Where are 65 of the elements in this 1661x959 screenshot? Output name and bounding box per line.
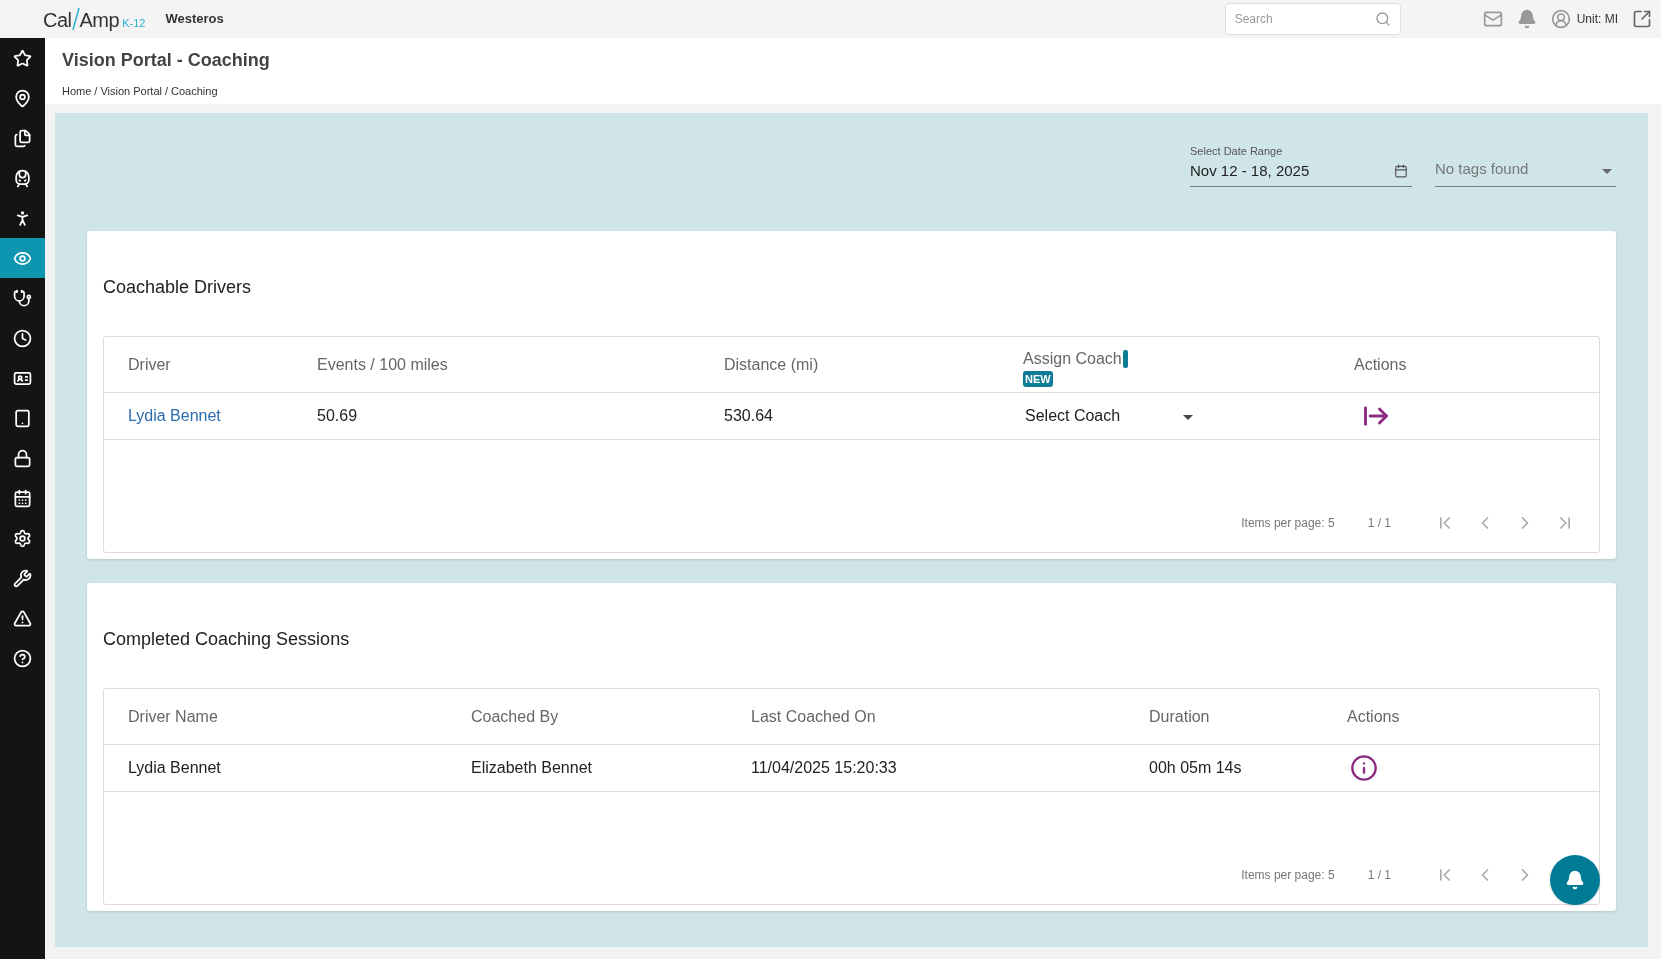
user-icon[interactable] xyxy=(1550,9,1571,29)
documents-icon xyxy=(13,128,32,148)
help-icon xyxy=(13,648,32,668)
notification-fab[interactable] xyxy=(1550,855,1600,905)
items-per-page: Items per page: 5 xyxy=(1241,867,1335,884)
column-header: Driver xyxy=(128,354,171,375)
settings-icon xyxy=(13,528,32,548)
column-header: Actions xyxy=(1354,354,1407,375)
search-input[interactable]: Search xyxy=(1234,10,1375,28)
card-title: Coachable Drivers xyxy=(103,276,252,299)
driver-link[interactable]: Lydia Bennet xyxy=(128,404,221,428)
breadcrumb-link[interactable]: Home xyxy=(62,83,92,100)
search-field[interactable]: Search xyxy=(1224,3,1401,35)
logo: Cal Amp K-12 xyxy=(43,8,146,30)
train-icon xyxy=(13,168,32,188)
logo-slash-icon xyxy=(71,8,80,30)
table-cell-text: 00h 05m 14s xyxy=(1149,758,1242,778)
table-cell-text: Elizabeth Bennet xyxy=(471,758,592,778)
map-pin-icon xyxy=(13,88,32,108)
column-header: Last Coached On xyxy=(751,706,876,727)
column-header: Assign Coach xyxy=(1023,348,1122,369)
info-button[interactable] xyxy=(1350,754,1378,782)
bell-icon xyxy=(1565,870,1585,890)
column-header: Duration xyxy=(1149,706,1210,727)
column-header: Actions xyxy=(1347,706,1400,727)
stethoscope-icon xyxy=(13,288,32,308)
bell-icon[interactable] xyxy=(1516,9,1537,29)
organization-name: Westeros xyxy=(165,10,224,29)
lock-icon xyxy=(13,448,32,468)
breadcrumb-link[interactable]: Vision Portal xyxy=(100,83,162,100)
external-link-icon[interactable] xyxy=(1632,9,1652,29)
new-badge: NEW xyxy=(1023,370,1053,387)
card-title: Completed Coaching Sessions xyxy=(103,628,350,651)
page-indicator: 1 / 1 xyxy=(1367,867,1391,884)
page-indicator: 1 / 1 xyxy=(1367,515,1391,532)
breadcrumb-separator: / xyxy=(164,84,169,99)
tablet-icon xyxy=(13,408,32,428)
table-cell-text: 50.69 xyxy=(317,406,358,426)
calendar-icon xyxy=(13,488,32,508)
info-icon xyxy=(1350,754,1378,782)
table-cell-text: 11/04/2025 15:20:33 xyxy=(751,758,897,778)
breadcrumb-link[interactable]: Coaching xyxy=(171,83,218,100)
tags-select[interactable]: No tags found xyxy=(1435,143,1616,187)
highlight-mark xyxy=(1122,349,1128,368)
search-icon xyxy=(1374,11,1391,27)
star-icon xyxy=(13,48,32,68)
table-cell-text: 530.64 xyxy=(724,406,773,426)
column-header: Coached By xyxy=(471,706,559,727)
mail-icon[interactable] xyxy=(1482,9,1503,29)
caret-icon xyxy=(1183,415,1193,421)
wrench-icon xyxy=(13,568,32,588)
page-title: Vision Portal - Coaching xyxy=(62,49,271,72)
date-range-field[interactable]: Select Date Range Nov 12 - 18, 2025 xyxy=(1190,143,1412,187)
calendar-icon xyxy=(1394,163,1408,178)
unit-label: Unit: MI xyxy=(1576,11,1618,28)
warning-icon xyxy=(13,608,32,628)
table-cell-text: Lydia Bennet xyxy=(128,758,221,778)
column-header: Driver Name xyxy=(128,706,218,727)
items-per-page: Items per page: 5 xyxy=(1241,515,1335,532)
column-header: Events / 100 miles xyxy=(317,354,448,375)
caret-icon xyxy=(1602,169,1612,175)
breadcrumb-separator: / xyxy=(94,84,98,99)
coach-select[interactable]: Select Coach xyxy=(1023,404,1193,428)
clock-icon xyxy=(13,328,32,348)
column-header: Distance (mi) xyxy=(724,354,819,375)
